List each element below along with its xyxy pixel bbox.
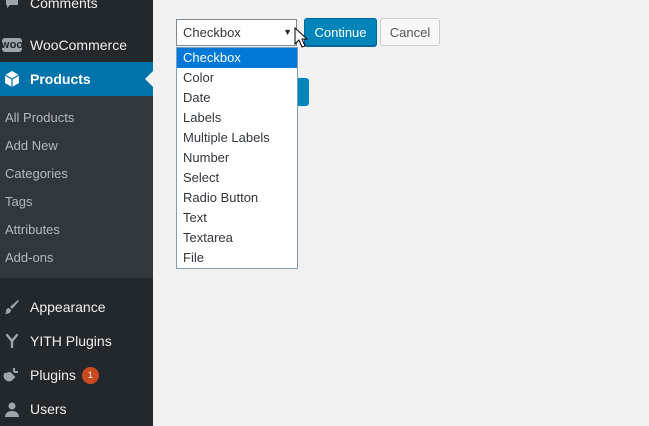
comment-icon — [2, 0, 22, 13]
menu-label-users: Users — [30, 401, 67, 417]
menu-label-products: Products — [30, 71, 91, 87]
cancel-button[interactable]: Cancel — [380, 18, 440, 46]
menu-item-comments[interactable]: Comments — [0, 0, 153, 20]
products-submenu: All Products Add New Categories Tags Att… — [0, 96, 153, 278]
active-indicator — [145, 71, 153, 87]
option-text[interactable]: Text — [177, 208, 297, 228]
paintbrush-icon — [2, 297, 22, 317]
plug-icon — [2, 365, 22, 385]
mouse-cursor-icon — [294, 27, 308, 48]
menu-label-woocommerce: WooCommerce — [30, 37, 127, 53]
menu-label-plugins: Plugins — [30, 367, 76, 383]
menu-item-yith-plugins[interactable]: YITH Plugins — [0, 324, 153, 358]
update-count-badge: 1 — [81, 366, 99, 384]
menu-label-yith-plugins: YITH Plugins — [30, 333, 112, 349]
option-textarea[interactable]: Textarea — [177, 228, 297, 248]
menu-item-users[interactable]: Users — [0, 392, 153, 426]
select-current-value: Checkbox — [183, 25, 241, 40]
yith-icon — [2, 331, 22, 351]
option-labels[interactable]: Labels — [177, 108, 297, 128]
menu-item-products[interactable]: Products — [0, 62, 153, 96]
option-file[interactable]: File — [177, 248, 297, 268]
menu-label-appearance: Appearance — [30, 299, 106, 315]
submenu-add-new[interactable]: Add New — [5, 138, 58, 153]
submenu-categories[interactable]: Categories — [5, 166, 68, 181]
option-checkbox[interactable]: Checkbox — [177, 48, 297, 68]
box-icon — [2, 69, 22, 89]
option-multiple-labels[interactable]: Multiple Labels — [177, 128, 297, 148]
user-icon — [2, 399, 22, 419]
menu-item-plugins[interactable]: Plugins 1 — [0, 358, 153, 392]
chevron-down-icon: ▼ — [283, 27, 292, 37]
field-type-dropdown-list: Checkbox Color Date Labels Multiple Labe… — [176, 47, 298, 269]
admin-sidebar: Comments WOO WooCommerce Products All Pr… — [0, 0, 153, 426]
submenu-add-ons[interactable]: Add-ons — [5, 250, 53, 265]
option-color[interactable]: Color — [177, 68, 297, 88]
submenu-all-products[interactable]: All Products — [5, 110, 74, 125]
option-radio-button[interactable]: Radio Button — [177, 188, 297, 208]
menu-item-appearance[interactable]: Appearance — [0, 290, 153, 324]
woocommerce-icon: WOO — [1, 35, 23, 55]
continue-button[interactable]: Continue — [304, 18, 377, 46]
option-number[interactable]: Number — [177, 148, 297, 168]
menu-item-woocommerce[interactable]: WOO WooCommerce — [0, 28, 153, 62]
submenu-tags[interactable]: Tags — [5, 194, 32, 209]
option-date[interactable]: Date — [177, 88, 297, 108]
submenu-attributes[interactable]: Attributes — [5, 222, 60, 237]
field-type-select[interactable]: Checkbox ▼ — [176, 19, 297, 46]
menu-label-comments: Comments — [30, 0, 98, 11]
option-select[interactable]: Select — [177, 168, 297, 188]
